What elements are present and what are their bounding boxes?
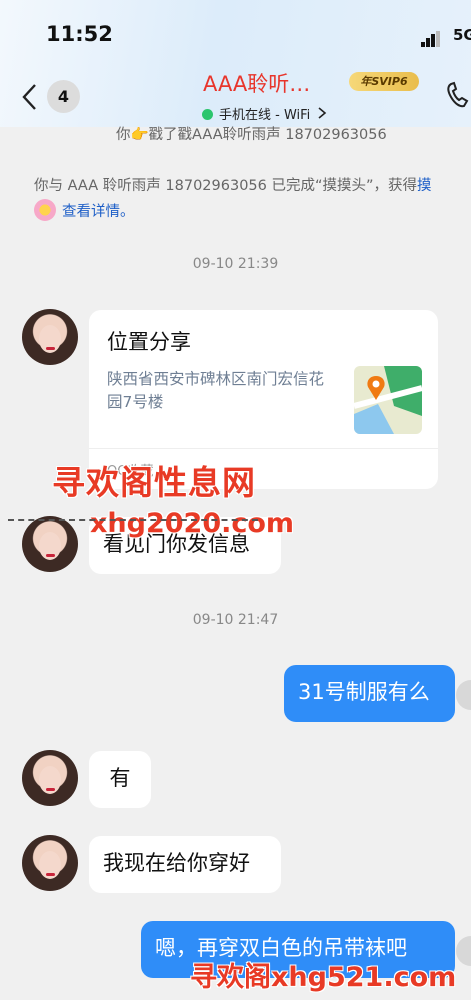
avatar[interactable] xyxy=(22,309,78,365)
location-card-title: 位置分享 xyxy=(107,330,191,354)
avatar[interactable] xyxy=(22,835,78,891)
avatar[interactable] xyxy=(22,516,78,572)
online-status[interactable]: 手机在线 - WiFi xyxy=(202,104,327,123)
signal-icon xyxy=(421,28,441,47)
map-thumbnail-icon xyxy=(354,366,422,434)
timestamp: 09-10 21:39 xyxy=(192,256,279,272)
details-row: 查看详情。 xyxy=(34,199,135,221)
chevron-right-icon xyxy=(318,107,327,119)
back-chevron-icon[interactable] xyxy=(20,82,38,117)
watermark-dash xyxy=(8,519,258,521)
message-bubble[interactable]: 有 xyxy=(89,751,151,808)
clock: 11:52 xyxy=(46,22,113,46)
chat-header: 11:52 5G 4 AAA聆听… 年SVIP6 手机在线 - WiFi xyxy=(0,0,471,127)
self-avatar-edge xyxy=(456,936,471,966)
network-label: 5G xyxy=(453,26,471,44)
card-divider xyxy=(89,448,438,449)
poke-done-notice: 你与 AAA 聆听雨声 18702963056 已完成“摸摸头”，获得摸 xyxy=(34,174,432,195)
watermark-bottom: 寻欢阁xhg521.com xyxy=(190,962,457,993)
chat-title[interactable]: AAA聆听… xyxy=(203,68,310,98)
poke-done-text: 你与 AAA 聆听雨声 18702963056 已完成“摸摸头”，获得 xyxy=(34,178,418,194)
online-status-text: 手机在线 - WiFi xyxy=(219,108,311,123)
timestamp: 09-10 21:47 xyxy=(192,612,279,628)
watermark-title: 寻欢阁性息网 xyxy=(52,463,256,502)
message-bubble[interactable]: 31号制服有么 xyxy=(284,665,455,722)
watermark-url: xhg2020.com xyxy=(90,508,295,539)
svip-badge: 年SVIP6 xyxy=(349,72,419,91)
self-avatar-edge xyxy=(456,680,471,710)
flower-emoji-icon xyxy=(34,199,56,221)
online-dot-icon xyxy=(202,109,213,120)
details-link[interactable]: 查看详情。 xyxy=(62,204,135,220)
poke-done-tail[interactable]: 摸 xyxy=(417,178,432,194)
poke-notice: 你👉戳了戳AAA聆听雨声 18702963056 xyxy=(116,127,387,143)
location-address: 陕西省西安市碑林区南门宏信花园7号楼 xyxy=(107,370,325,411)
unread-count-badge[interactable]: 4 xyxy=(47,80,80,113)
avatar[interactable] xyxy=(22,750,78,806)
message-bubble[interactable]: 我现在给你穿好 xyxy=(89,836,281,893)
phone-icon[interactable] xyxy=(445,80,471,110)
